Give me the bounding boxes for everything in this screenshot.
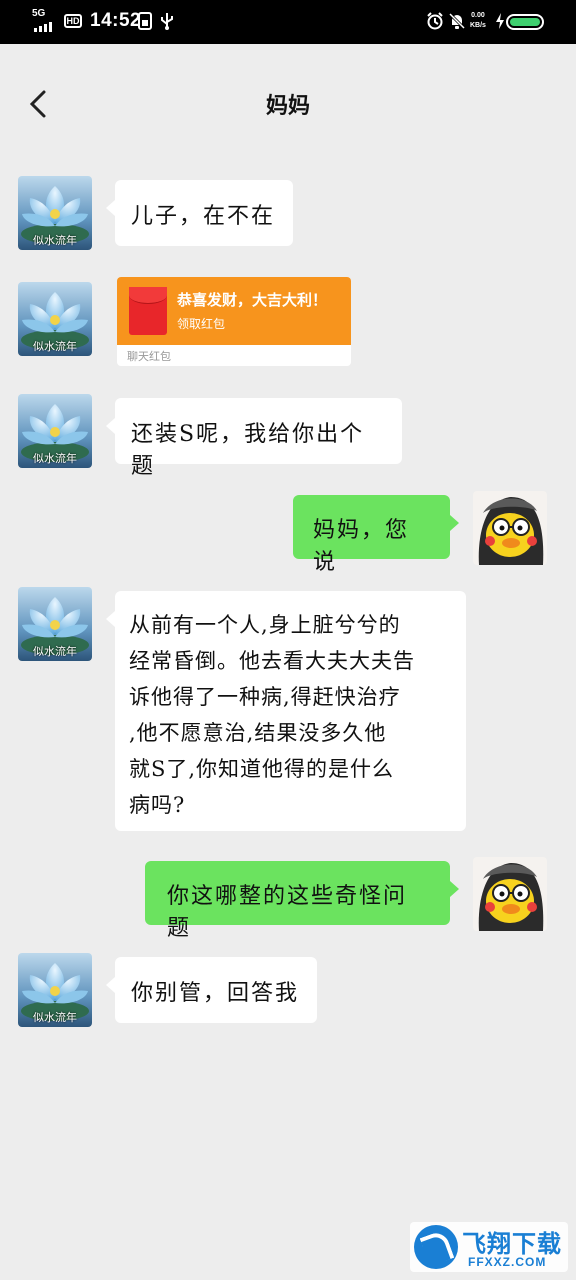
watermark: 飞翔下载 FFXXZ.COM bbox=[410, 1222, 568, 1272]
my-avatar[interactable] bbox=[473, 491, 547, 565]
contact-avatar[interactable]: 似水流年 bbox=[18, 176, 92, 250]
message-line: 从前有一个人,身上脏兮兮的 bbox=[129, 613, 401, 637]
message-line: 经常昏倒。他去看大夫大夫告 bbox=[129, 649, 415, 673]
status-bar: 5G HD 14:52 0.00 KB/s bbox=[0, 0, 576, 44]
network-type: 5G bbox=[32, 8, 46, 19]
message-bubble-incoming[interactable]: 儿子，在不在 bbox=[106, 180, 293, 246]
hd-icon: HD bbox=[64, 14, 82, 28]
watermark-url: FFXXZ.COM bbox=[468, 1255, 547, 1269]
duck-avatar-image bbox=[473, 857, 547, 931]
mute-notification-icon bbox=[448, 12, 466, 30]
charging-icon bbox=[496, 13, 504, 29]
my-avatar[interactable] bbox=[473, 857, 547, 931]
usb-icon bbox=[161, 13, 173, 30]
message-text: 你这哪整的这些奇怪问题 bbox=[167, 884, 408, 941]
message-line: ,他不愿意治,结果没多久他 bbox=[129, 721, 387, 745]
contact-avatar[interactable]: 似水流年 bbox=[18, 587, 92, 661]
red-packet-title: 恭喜发财，大吉大利！ bbox=[177, 291, 328, 309]
message-line: 病吗? bbox=[129, 793, 186, 817]
chat-title: 妈妈 bbox=[265, 93, 310, 119]
watermark-name: 飞翔下载 bbox=[462, 1230, 562, 1258]
message-text: 儿子，在不在 bbox=[131, 204, 276, 229]
chat-header: 妈妈 bbox=[0, 44, 576, 164]
clock: 14:52 bbox=[90, 10, 142, 31]
red-packet-footer: 聊天红包 bbox=[127, 350, 171, 363]
red-packet-body: 恭喜发财，大吉大利！ 领取红包 bbox=[117, 277, 351, 345]
avatar-caption: 似水流年 bbox=[33, 452, 77, 465]
contact-avatar[interactable]: 似水流年 bbox=[18, 394, 92, 468]
message-bubble-outgoing[interactable]: 你这哪整的这些奇怪问题 bbox=[145, 861, 459, 941]
message-text: 还装S呢，我给你出个题 bbox=[131, 422, 365, 479]
battery-icon bbox=[506, 14, 544, 30]
watermark-logo-icon bbox=[414, 1225, 458, 1269]
contact-avatar[interactable]: 似水流年 bbox=[18, 953, 92, 1027]
message-line: 就S了,你知道他得的是什么 bbox=[129, 757, 395, 781]
sim-icon bbox=[138, 12, 152, 30]
avatar-caption: 似水流年 bbox=[33, 234, 77, 247]
red-packet-subtitle: 领取红包 bbox=[177, 317, 226, 331]
message-bubble-outgoing[interactable]: 妈妈，您说 bbox=[293, 495, 459, 575]
message-bubble-incoming[interactable]: 从前有一个人,身上脏兮兮的 经常昏倒。他去看大夫大夫告 诉他得了一种病,得赶快治… bbox=[106, 591, 466, 831]
network-speed: 0.00 KB/s bbox=[470, 12, 486, 29]
signal-icon: 5G bbox=[32, 8, 58, 32]
avatar-caption: 似水流年 bbox=[33, 1011, 77, 1024]
avatar-caption: 似水流年 bbox=[33, 340, 77, 353]
message-line: 诉他得了一种病,得赶快治疗 bbox=[129, 685, 401, 709]
message-text: 妈妈，您说 bbox=[313, 518, 410, 575]
alarm-icon bbox=[427, 12, 443, 30]
red-packet-message[interactable]: 恭喜发财，大吉大利！ 领取红包 聊天红包 bbox=[117, 277, 351, 366]
avatar-caption: 似水流年 bbox=[33, 645, 77, 658]
message-bubble-incoming[interactable]: 你别管，回答我 bbox=[106, 957, 317, 1023]
message-text: 你别管，回答我 bbox=[131, 981, 300, 1006]
contact-avatar[interactable]: 似水流年 bbox=[18, 282, 92, 356]
message-bubble-incoming[interactable]: 还装S呢，我给你出个题 bbox=[106, 398, 402, 479]
red-envelope-icon bbox=[129, 287, 167, 335]
duck-avatar-image bbox=[473, 491, 547, 565]
